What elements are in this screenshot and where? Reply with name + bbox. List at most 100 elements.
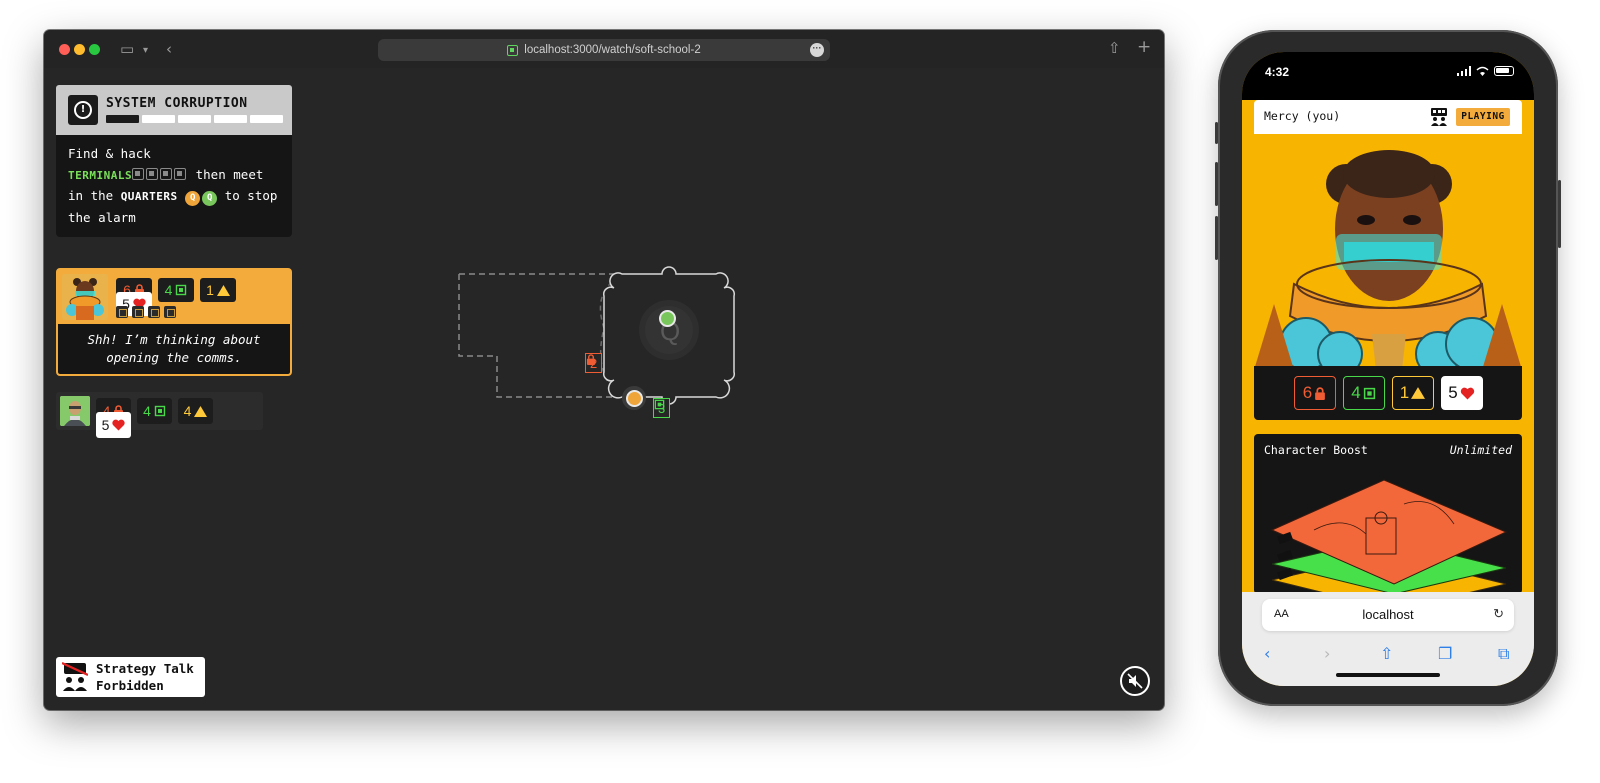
chevron-down-icon[interactable]: ▾ (143, 41, 148, 61)
no-talking-icon (62, 662, 88, 691)
share-icon[interactable]: ⇧ (1108, 38, 1121, 58)
share-icon[interactable]: ⇧ (1380, 644, 1393, 663)
close-window-button[interactable] (59, 44, 70, 55)
browser-window: ▭ ▾ ‹ localhost:3000/watch/soft-school-2… (44, 30, 1164, 710)
alert-value: 1 (1399, 383, 1410, 402)
terminal-chip-icon (146, 167, 159, 180)
health-value: 5 (101, 417, 110, 433)
heart-icon (112, 419, 126, 431)
phone-screen: 4:32 Mercy (you) PLAYING 6 4 1 5 Charact… (1242, 52, 1534, 686)
address-text: localhost:3000/watch/soft-school-2 (524, 44, 701, 56)
map-rooms (458, 266, 735, 405)
terminal-chip-icon (174, 167, 187, 180)
signal-icon (1457, 66, 1471, 76)
back-arrow-icon[interactable]: ‹ (1264, 644, 1270, 663)
game-map[interactable]: Q 2 3 (444, 258, 744, 418)
browser-titlebar: ▭ ▾ ‹ localhost:3000/watch/soft-school-2… (44, 30, 1164, 68)
player-quote: Shh! I’m thinking about opening the comm… (58, 324, 290, 374)
mobile-address-bar[interactable]: AA localhost ↻ (1262, 599, 1514, 631)
corruption-segment (214, 115, 247, 123)
terminal-chip-icon (160, 167, 173, 180)
corruption-meter (106, 115, 283, 123)
team-icon (1431, 108, 1447, 126)
mobile-address-text: localhost (1362, 607, 1414, 622)
warning-triangle-icon (216, 284, 230, 296)
lock-stat: 6 (1293, 376, 1336, 410)
home-indicator (1336, 673, 1440, 677)
player-header: Mercy (you) PLAYING (1254, 100, 1522, 134)
chip-icon (176, 284, 187, 296)
phone-notch (1306, 52, 1468, 80)
player-token-orange[interactable] (626, 390, 643, 407)
player-token-green[interactable] (659, 310, 676, 327)
alarm-clock-icon: ! (68, 95, 98, 125)
tabs-icon[interactable]: ⧉ (1498, 644, 1509, 664)
hacked-terminals (116, 306, 176, 318)
site-icon (507, 44, 519, 56)
lock-value: 6 (1302, 383, 1313, 402)
back-arrow-icon[interactable]: ‹ (166, 39, 172, 59)
chip-value: 4 (164, 282, 173, 298)
objective-line: to stop (217, 188, 278, 203)
chip-stat: 4 (1342, 376, 1385, 410)
address-bar[interactable]: localhost:3000/watch/soft-school-2 ··· (378, 39, 830, 61)
objective-text: Find & hack TERMINALS then meet in the Q… (56, 135, 292, 237)
terminal-chip-icon (132, 306, 144, 318)
player-card-other[interactable]: 4 4 4 5 (56, 392, 263, 438)
status-icons (1457, 66, 1514, 76)
health-stat: 5 (1440, 376, 1483, 410)
alert-value: 4 (183, 403, 192, 419)
strategy-line2: Forbidden (96, 678, 164, 693)
chip-stat: 4 (137, 398, 172, 424)
more-options-icon[interactable]: ··· (810, 43, 824, 57)
battery-icon (1494, 66, 1514, 76)
corruption-segment (106, 115, 139, 123)
phone-device: 4:32 Mercy (you) PLAYING 6 4 1 5 Charact… (1215, 30, 1561, 706)
strategy-line1: Strategy Talk (96, 661, 194, 676)
corruption-segment (142, 115, 175, 123)
corruption-segment (178, 115, 211, 123)
warning-triangle-icon (194, 405, 208, 417)
phone-side-button (1215, 122, 1218, 144)
phone-side-button (1215, 162, 1218, 206)
chip-icon (1363, 387, 1375, 399)
chip-stat: 4 (158, 278, 194, 302)
phone-side-button (1558, 180, 1561, 248)
system-corruption-title: SYSTEM CORRUPTION (106, 96, 248, 111)
player-stats: 6 4 1 5 (1254, 366, 1522, 420)
terminal-chip-icon (132, 167, 145, 180)
minimize-window-button[interactable] (74, 44, 85, 55)
character-boost-card[interactable]: Character Boost Unlimited (1254, 434, 1522, 594)
terminal-chip-icon (164, 306, 176, 318)
objective-line: the alarm (68, 209, 136, 225)
player-name: Mercy (you) (1264, 109, 1341, 123)
health-stat: 5 (96, 412, 131, 438)
heart-icon (1460, 387, 1474, 399)
bookmarks-icon[interactable]: ❐ (1438, 644, 1452, 663)
warning-triangle-icon (1411, 387, 1426, 399)
reload-icon[interactable]: ↻ (1493, 606, 1504, 622)
status-badge: PLAYING (1456, 108, 1510, 126)
player-card-active[interactable]: 6 4 1 5 Shh! I’m thinking about opening … (56, 268, 292, 376)
speaker-muted-icon (1127, 673, 1143, 689)
objective-line: Find & hack (68, 146, 151, 161)
status-time: 4:32 (1265, 65, 1290, 79)
terminal-chip-icon (148, 306, 160, 318)
terminal-chip-label[interactable]: 3 (653, 398, 671, 418)
alert-stat: 4 (178, 398, 213, 424)
sidebar-toggle-icon[interactable]: ▭ (120, 39, 134, 59)
chip-icon (154, 405, 166, 417)
new-tab-icon[interactable]: + (1137, 37, 1151, 57)
player-stats: 4 4 4 5 (96, 398, 213, 438)
avatar (60, 396, 90, 426)
health-value: 5 (1448, 383, 1458, 402)
mobile-nav-bar: ‹ › ⇧ ❐ ⧉ (1242, 644, 1534, 668)
forward-arrow-icon[interactable]: › (1324, 644, 1330, 663)
mobile-browser-toolbar: AA localhost ↻ ‹ › ⇧ ❐ ⧉ (1242, 592, 1534, 686)
mute-button[interactable] (1120, 666, 1150, 696)
zoom-window-button[interactable] (89, 44, 100, 55)
wifi-icon (1476, 66, 1489, 76)
quarters-green-icon: Q (202, 191, 218, 206)
door-lock-label[interactable]: 2 (585, 353, 603, 373)
status-bar: 4:32 (1242, 52, 1534, 100)
